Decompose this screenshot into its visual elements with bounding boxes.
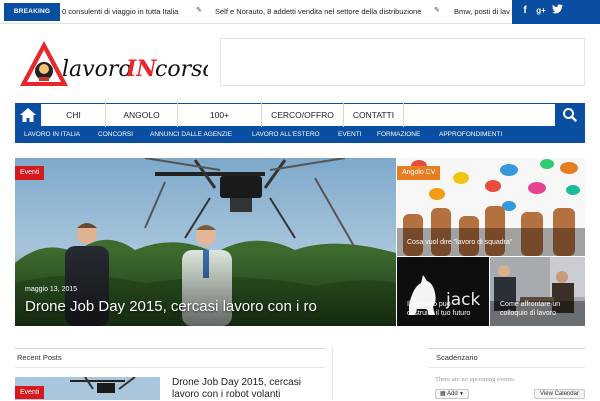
pencil-icon: ✎: [196, 7, 202, 14]
logo-text-in: IN: [125, 56, 157, 82]
nav-item-chi[interactable]: CHI: [42, 103, 106, 127]
logo-text-corso: corso: [155, 57, 208, 82]
subnav-item-lavoro-estero[interactable]: LAVORO ALL'ESTERO: [252, 127, 320, 143]
recent-posts-heading: Recent Posts: [17, 353, 62, 362]
search-icon: [563, 108, 577, 122]
chevron-down-icon: ▼: [457, 391, 465, 397]
subnav-item-annunci-agenzie[interactable]: ANNUNCI DALLE AGENZIE: [150, 127, 232, 143]
no-events-text: There are no upcoming events.: [435, 376, 516, 383]
facebook-icon[interactable]: f: [518, 4, 532, 18]
nav-item-angolo[interactable]: ANGOLO: [106, 103, 178, 127]
slide-date: maggio 13, 2015: [25, 286, 78, 293]
breaking-news-item[interactable]: Bmw, posti di lavo: [454, 5, 510, 19]
calendar-divider: [428, 367, 585, 368]
home-icon: [20, 108, 36, 122]
recent-posts-divider: [15, 367, 325, 368]
nav-item-100[interactable]: 100+: [178, 103, 262, 127]
home-button[interactable]: [15, 103, 41, 127]
subnav-item-concorsi[interactable]: CONCORSI: [98, 127, 133, 143]
category-tag[interactable]: Eventi: [15, 386, 45, 399]
pencil-icon: ✎: [434, 7, 440, 14]
column-divider: [332, 347, 333, 400]
subnav-item-lavoro-in-italia[interactable]: LAVORO IN ITALIA: [24, 127, 80, 143]
subnav-item-approfondimenti[interactable]: APPROFONDIMENTI: [439, 127, 502, 143]
search-button[interactable]: [555, 103, 585, 127]
view-calendar-button[interactable]: View Calendar: [534, 389, 585, 399]
breaking-news-item[interactable]: 0 consulenti di viaggio in tutta Italia: [62, 5, 178, 19]
logo-text-lavoro: lavoro: [62, 57, 132, 82]
breaking-news-item[interactable]: Self e Norauto, 8 addetti vendita nel se…: [215, 5, 421, 19]
tile-caption[interactable]: Cosa vuol dire "lavoro di squadra": [407, 238, 512, 247]
header-ad-banner[interactable]: [220, 38, 585, 86]
tile-caption[interactable]: Come affrontare un colloquio di lavoro: [500, 300, 580, 318]
add-calendar-label: Add: [446, 391, 458, 397]
tile-caption[interactable]: Il passato può costruire il tuo futuro: [407, 300, 479, 318]
calendar-top-line: [428, 348, 585, 349]
subnav-item-eventi[interactable]: EVENTI: [338, 127, 361, 143]
category-tag[interactable]: Eventi: [15, 166, 45, 180]
category-tag[interactable]: Angolo CV: [397, 166, 441, 180]
calendar-heading: Scadenzario: [436, 353, 478, 362]
breaking-news-label: BREAKING NEWS: [4, 3, 60, 33]
recent-post-title[interactable]: Drone Job Day 2015, cercasi lavoro con i…: [172, 377, 322, 401]
site-logo[interactable]: lavoro IN corso: [18, 38, 216, 90]
recent-posts-top-line: [15, 348, 325, 349]
add-calendar-button[interactable]: ▦ Add ▼: [435, 389, 469, 399]
nav-item-cerco-offro[interactable]: CERCO/OFFRO: [262, 103, 344, 127]
twitter-icon[interactable]: [550, 4, 564, 19]
calendar-icon: ▦: [439, 391, 447, 397]
nav-item-contatti[interactable]: CONTATTI: [344, 103, 404, 127]
google-plus-icon[interactable]: g+: [534, 4, 548, 18]
subnav-item-formazione[interactable]: FORMAZIONE: [377, 127, 420, 143]
slide-title[interactable]: Drone Job Day 2015, cercasi lavoro con i…: [25, 298, 317, 315]
